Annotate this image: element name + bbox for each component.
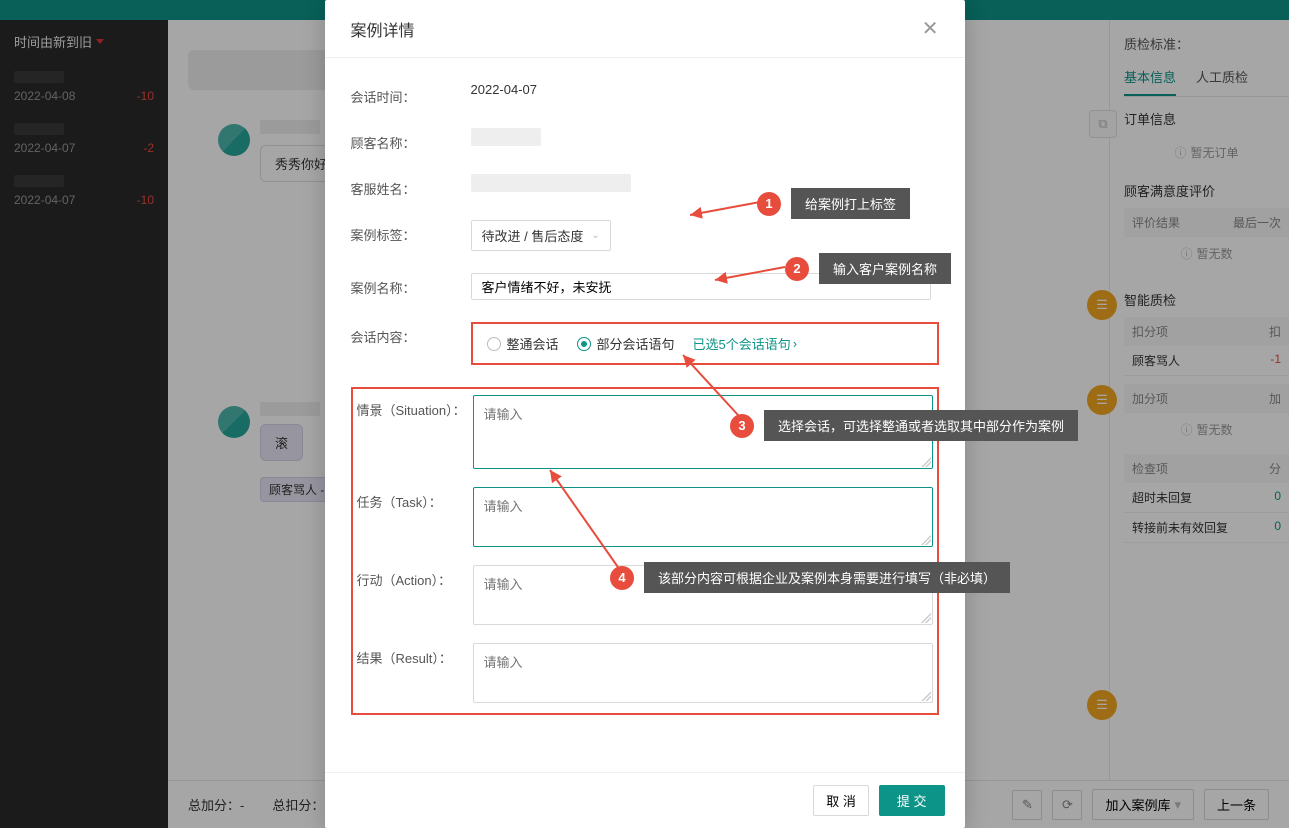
customer-name-blur xyxy=(471,128,541,146)
situation-textarea[interactable] xyxy=(473,395,933,469)
result-textarea[interactable] xyxy=(473,643,933,703)
case-name-label: 案例名称： xyxy=(351,273,471,297)
action-label: 行动（Action）： xyxy=(357,565,473,589)
session-content-radiogroup: 整通会话 部分会话语句 已选5个会话语句 xyxy=(471,322,939,365)
case-name-input[interactable] xyxy=(471,273,931,300)
modal-title: 案例详情 xyxy=(351,17,415,41)
cancel-button[interactable]: 取 消 xyxy=(813,785,869,816)
agent-name-blur xyxy=(471,174,631,192)
result-label: 结果（Result）： xyxy=(357,643,473,667)
case-tag-label: 案例标签： xyxy=(351,220,471,244)
radio-partial-session[interactable]: 部分会话语句 xyxy=(577,334,675,353)
modal-footer: 取 消 提 交 xyxy=(325,772,965,828)
close-icon[interactable]: ✕ xyxy=(922,16,939,41)
modal-header: 案例详情 ✕ xyxy=(325,0,965,58)
resize-handle-icon[interactable] xyxy=(921,535,931,545)
task-textarea[interactable] xyxy=(473,487,933,547)
resize-handle-icon[interactable] xyxy=(921,613,931,623)
task-label: 任务（Task）： xyxy=(357,487,473,511)
submit-button[interactable]: 提 交 xyxy=(879,785,945,816)
case-tag-select[interactable]: 待改进 / 售后态度 ⌄ xyxy=(471,220,611,251)
selected-count-link[interactable]: 已选5个会话语句 xyxy=(693,334,798,353)
action-textarea[interactable] xyxy=(473,565,933,625)
session-content-label: 会话内容： xyxy=(351,322,471,346)
case-detail-modal: 案例详情 ✕ 会话时间： 2022-04-07 顾客名称： 客服姓名： 案例标签… xyxy=(325,0,965,828)
modal-body: 会话时间： 2022-04-07 顾客名称： 客服姓名： 案例标签： 待改进 /… xyxy=(325,58,965,772)
customer-name-label: 顾客名称： xyxy=(351,128,471,152)
session-time-label: 会话时间： xyxy=(351,82,471,106)
radio-full-session[interactable]: 整通会话 xyxy=(487,334,559,353)
modal-overlay: 案例详情 ✕ 会话时间： 2022-04-07 顾客名称： 客服姓名： 案例标签… xyxy=(0,0,1289,828)
chevron-down-icon: ⌄ xyxy=(591,230,599,241)
agent-name-label: 客服姓名： xyxy=(351,174,471,198)
resize-handle-icon[interactable] xyxy=(921,691,931,701)
session-time-value: 2022-04-07 xyxy=(471,82,939,97)
situation-label: 情景（Situation）： xyxy=(357,395,473,419)
star-fields-group: 情景（Situation）： 任务（Task）： xyxy=(351,387,939,715)
resize-handle-icon[interactable] xyxy=(921,457,931,467)
